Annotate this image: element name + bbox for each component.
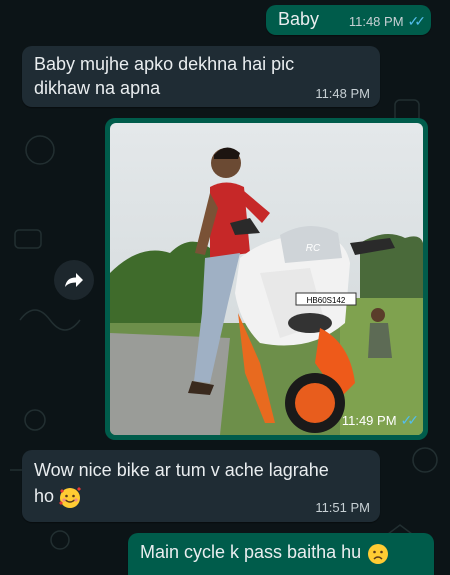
message-line2-wrap: ho [34, 484, 82, 510]
forward-arrow-icon [65, 273, 83, 287]
message-text-line2: dikhaw na apna [34, 78, 161, 98]
message-time: 11:48 PM ✓✓ [348, 13, 427, 29]
message-time: 11:49 PM ✓✓ [341, 412, 420, 428]
fairing-logo: RC [306, 243, 321, 254]
message-text-line2: ho [34, 486, 55, 506]
message-outgoing-baby[interactable]: Baby 11:48 PM ✓✓ [266, 5, 431, 35]
message-text: Baby [278, 9, 320, 29]
message-outgoing-image[interactable]: HB60S142 RC 11:49 PM ✓✓ [105, 118, 428, 440]
license-plate: HB60S142 [307, 296, 346, 305]
message-text-line1: Baby mujhe apko dekhna hai pic [34, 54, 295, 74]
message-text-wrap: Main cycle k pass baitha hu [140, 540, 390, 566]
message-text-line1: Wow nice bike ar tum v ache lagrahe [34, 460, 329, 480]
message-time: 11:48 PM [315, 86, 370, 101]
bike-photo[interactable]: HB60S142 RC [110, 123, 423, 435]
smiling-face-with-hearts-icon [59, 486, 82, 508]
read-receipt-icon: ✓✓ [400, 412, 420, 428]
message-outgoing-cycle[interactable]: Main cycle k pass baitha hu [128, 533, 434, 575]
message-incoming-compliment[interactable]: Wow nice bike ar tum v ache lagrahe ho 1… [22, 450, 380, 522]
frowning-face-icon [367, 543, 388, 564]
message-time: 11:51 PM [315, 500, 370, 515]
message-text: Main cycle k pass baitha hu [140, 542, 362, 562]
forward-button[interactable] [54, 260, 94, 300]
message-incoming-request[interactable]: Baby mujhe apko dekhna hai pic dikhaw na… [22, 46, 380, 107]
read-receipt-icon: ✓✓ [407, 13, 427, 29]
